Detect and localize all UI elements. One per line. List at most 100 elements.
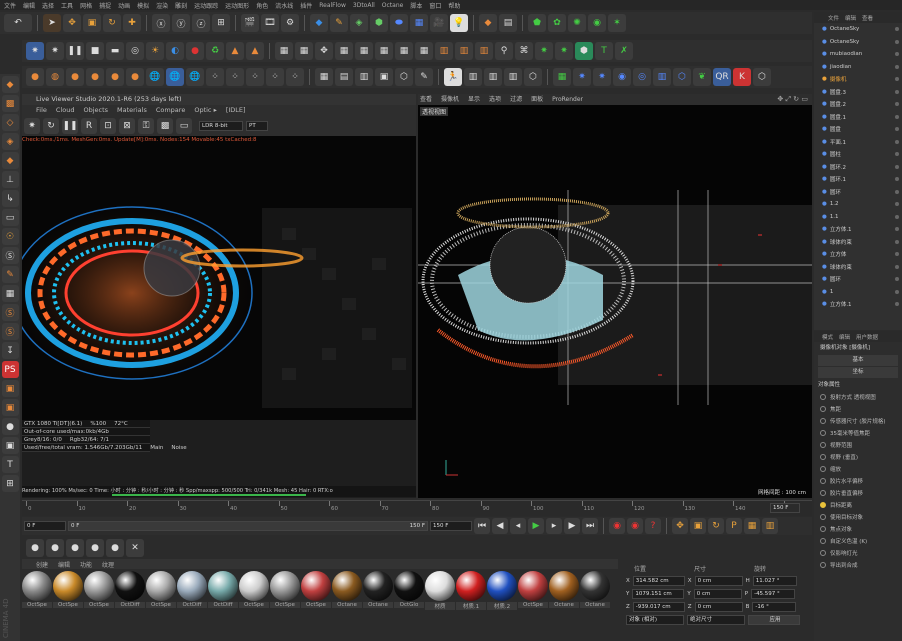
current-frame-field[interactable]: 0 F: [24, 521, 66, 531]
object-row[interactable]: ● 圆环.1: [822, 173, 902, 186]
magnet-icon[interactable]: ⚲: [495, 42, 513, 60]
blue-f-icon[interactable]: ⬡: [673, 68, 691, 86]
viewport-menu-item[interactable]: 面板: [531, 94, 543, 105]
sphere-a-icon[interactable]: ●: [26, 68, 44, 86]
box-grid-e-icon[interactable]: ⬡: [395, 68, 413, 86]
key-pos-icon[interactable]: ✥: [672, 518, 688, 534]
chart-b-icon[interactable]: ▥: [484, 68, 502, 86]
pen-icon[interactable]: ✎: [330, 14, 348, 32]
material-item[interactable]: Octane: [363, 569, 393, 614]
visibility-dot[interactable]: [895, 214, 899, 219]
chart-c-icon[interactable]: ▥: [504, 68, 522, 86]
animate-dot[interactable]: [820, 562, 826, 568]
dots-c-icon[interactable]: ⁘: [246, 68, 264, 86]
visibility-dot[interactable]: [895, 114, 899, 119]
animate-dot[interactable]: [820, 442, 826, 448]
object-row[interactable]: ● 圆环: [822, 186, 902, 199]
red-light-icon[interactable]: ●: [186, 42, 204, 60]
visibility-dot[interactable]: [895, 52, 899, 57]
object-row[interactable]: ● 圆环.2: [822, 161, 902, 174]
animate-dot[interactable]: [820, 394, 826, 400]
grid-e-icon[interactable]: ▦: [355, 42, 373, 60]
visibility-dot[interactable]: [895, 202, 899, 207]
animate-dot[interactable]: [820, 418, 826, 424]
max-frame-field[interactable]: 150 F: [430, 521, 472, 531]
position-field[interactable]: 314.582 cm: [632, 575, 685, 586]
record-key-icon[interactable]: ◉: [609, 518, 625, 534]
end-frame-indicator[interactable]: 150 F: [770, 503, 800, 513]
attribute-tab[interactable]: 用户数据: [856, 333, 878, 341]
octane-gear-icon[interactable]: ✷: [26, 42, 44, 60]
floor-icon[interactable]: ▦: [410, 14, 428, 32]
lv-menu-item[interactable]: [IDLE]: [226, 105, 246, 116]
object-row[interactable]: ● 平面.1: [822, 136, 902, 149]
globe-a-icon[interactable]: 🌐: [146, 68, 164, 86]
stop-icon[interactable]: ■: [86, 42, 104, 60]
octane-c-icon[interactable]: ⬢: [575, 42, 593, 60]
last-icon[interactable]: ⊞: [1, 475, 19, 492]
visibility-dot[interactable]: [895, 277, 899, 282]
material-item[interactable]: OctSpe: [301, 569, 331, 614]
blue-d-icon[interactable]: ◎: [633, 68, 651, 86]
attribute-row[interactable]: 自定义色温 (K): [814, 535, 902, 547]
material-item[interactable]: OctGlo: [394, 569, 424, 614]
visibility-dot[interactable]: [895, 227, 899, 232]
attribute-row[interactable]: 仅影响灯光: [814, 547, 902, 559]
box-grid-b-icon[interactable]: ▤: [335, 68, 353, 86]
material-item[interactable]: OctSpe: [84, 569, 114, 614]
sphere-grey-icon[interactable]: ●: [1, 418, 19, 435]
sphere-c-icon[interactable]: ●: [66, 68, 84, 86]
material-item[interactable]: Octane: [580, 569, 610, 614]
lv-pause-icon[interactable]: ❚❚: [62, 118, 78, 134]
visibility-dot[interactable]: [895, 164, 899, 169]
viewport-menu-item[interactable]: ProRender: [552, 94, 583, 105]
attribute-row[interactable]: 视野范围: [814, 439, 902, 451]
snap-icon[interactable]: ↳: [1, 190, 19, 207]
chart-a-icon[interactable]: ▥: [464, 68, 482, 86]
lv-lock-icon[interactable]: ⚿: [138, 118, 154, 134]
octane-light-icon[interactable]: ✺: [568, 14, 586, 32]
menu-item[interactable]: 窗口: [429, 1, 441, 10]
visibility-dot[interactable]: [895, 39, 899, 44]
z-axis-icon[interactable]: ⓩ: [192, 14, 210, 32]
visibility-dot[interactable]: [895, 189, 899, 194]
object-row[interactable]: ● 圆盘.1: [822, 111, 902, 124]
animate-dot[interactable]: [820, 466, 826, 472]
rotation-field[interactable]: 11.027 °: [752, 575, 797, 586]
octane-camera-icon[interactable]: ◉: [588, 14, 606, 32]
material-item[interactable]: OctDiff: [115, 569, 145, 614]
menu-item[interactable]: 插件: [300, 1, 312, 10]
lv-menu-item[interactable]: Compare: [156, 105, 186, 116]
s2-icon[interactable]: Ⓢ: [1, 304, 19, 321]
mat-c-icon[interactable]: ●: [66, 539, 84, 557]
object-row[interactable]: ● 1.1: [822, 211, 902, 224]
workplane-icon[interactable]: ▭: [1, 209, 19, 226]
grid-d-icon[interactable]: ▦: [335, 42, 353, 60]
settings-gear-icon[interactable]: ✷: [46, 42, 64, 60]
menu-item[interactable]: 捕捉: [99, 1, 111, 10]
octane-render-icon[interactable]: ▤: [499, 14, 517, 32]
fx-icon[interactable]: ✗: [615, 42, 633, 60]
box-icon[interactable]: ▲: [226, 42, 244, 60]
visibility-dot[interactable]: [895, 127, 899, 132]
attribute-row[interactable]: 焦点对象: [814, 523, 902, 535]
dots-e-icon[interactable]: ⁘: [286, 68, 304, 86]
mograph-c-icon[interactable]: ▥: [475, 42, 493, 60]
attribute-row[interactable]: 目标距离: [814, 499, 902, 511]
viewport-menu-item[interactable]: 查看: [420, 94, 432, 105]
lv-menu-item[interactable]: Objects: [83, 105, 108, 116]
timeline-window-icon[interactable]: ▥: [762, 518, 778, 534]
sun-icon[interactable]: ☀: [146, 42, 164, 60]
blue-c-icon[interactable]: ◉: [613, 68, 631, 86]
lv-menu-item[interactable]: Optic ▸: [194, 105, 217, 116]
sphere-d-icon[interactable]: ●: [86, 68, 104, 86]
box-c-icon[interactable]: ▣: [1, 437, 19, 454]
animate-dot[interactable]: [820, 454, 826, 460]
prev-frame-icon[interactable]: ◂: [510, 518, 526, 534]
dots-a-icon[interactable]: ⁘: [206, 68, 224, 86]
grid-c-icon[interactable]: ✥: [315, 42, 333, 60]
grid-h-icon[interactable]: ▦: [415, 42, 433, 60]
apply-button[interactable]: 应用: [748, 615, 800, 625]
animate-dot[interactable]: [820, 514, 826, 520]
mat-d-icon[interactable]: ●: [86, 539, 104, 557]
